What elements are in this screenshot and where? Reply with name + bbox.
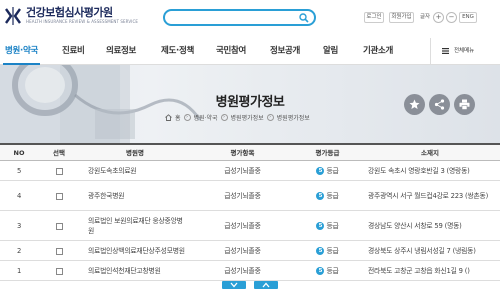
hospital-name-link[interactable]: 광주한국병원 bbox=[88, 181, 188, 211]
address: 강원도 속초시 영랑호반길 3 (영랑동) bbox=[368, 167, 470, 175]
table-row[interactable]: 5 강원도속초의료원 급성기뇌졸중 5 등급 강원도 속초시 영랑호반길 3 (… bbox=[0, 161, 500, 181]
row-no: 1 bbox=[16, 267, 22, 275]
star-icon bbox=[409, 99, 420, 109]
row-no: 2 bbox=[16, 247, 22, 255]
login-link[interactable]: 로그인 bbox=[364, 12, 384, 23]
col-header-hospital-name: 병원명 bbox=[126, 149, 144, 157]
grade-badge: 5 등급 bbox=[295, 211, 360, 241]
chevron-right-icon: › bbox=[266, 114, 274, 121]
printer-icon bbox=[459, 99, 470, 110]
share-icon bbox=[434, 99, 445, 110]
breadcrumb-home[interactable]: 홈 bbox=[175, 113, 181, 122]
evaluation-item: 급성기뇌졸중 bbox=[224, 267, 261, 275]
logo-title: 건강보험심사평가원 bbox=[26, 6, 113, 19]
hira-logo-icon bbox=[5, 7, 21, 25]
share-button[interactable] bbox=[429, 94, 450, 115]
signup-link[interactable]: 회원가입 bbox=[389, 12, 414, 23]
breadcrumb-current[interactable]: 병원평가정보 bbox=[277, 113, 310, 122]
font-plus-button[interactable]: + bbox=[433, 12, 444, 23]
page-banner: 병원평가정보 홈 › 병원·약국 › 병원평가정보 › 병원평가정보 bbox=[0, 65, 500, 143]
table-row[interactable]: 1 의료법인석천재단고창병원 급성기뇌졸중 5 등급 전라북도 고창군 고창읍 … bbox=[0, 261, 500, 281]
table-row[interactable]: 2 의료법인상백의료재단상주성모병원 급성기뇌졸중 5 등급 경상북도 상주시 … bbox=[0, 241, 500, 261]
row-no: 5 bbox=[16, 167, 22, 175]
row-select-checkbox[interactable] bbox=[55, 267, 63, 275]
print-button[interactable] bbox=[454, 94, 475, 115]
search-icon[interactable] bbox=[299, 13, 309, 23]
site-header: 건강보험심사평가원 HEALTH INSURANCE REVIEW & ASSE… bbox=[0, 0, 500, 38]
nav-item-about[interactable]: 기관소개 bbox=[363, 38, 393, 64]
table-header: NO 선택 병원명 평가항목 평가등급 소재지 bbox=[0, 143, 500, 161]
col-header-select: 선택 bbox=[53, 149, 65, 157]
hospital-name-link[interactable]: 의료법인 보원의료재단 웅상중앙병원 bbox=[88, 211, 188, 241]
scroll-up-button[interactable] bbox=[254, 281, 278, 289]
col-header-evaluation-item: 평가항목 bbox=[230, 149, 255, 157]
grade-number-icon: 5 bbox=[316, 192, 325, 200]
hospital-name-link[interactable]: 의료법인상백의료재단상주성모병원 bbox=[88, 241, 188, 261]
row-select-checkbox[interactable] bbox=[55, 222, 63, 230]
evaluation-item: 급성기뇌졸중 bbox=[224, 247, 261, 255]
grade-number-icon: 5 bbox=[316, 222, 325, 230]
row-select-checkbox[interactable] bbox=[55, 192, 63, 200]
hospital-name-link[interactable]: 강원도속초의료원 bbox=[88, 161, 188, 181]
grade-label: 등급 bbox=[326, 267, 339, 275]
main-nav: 병원·약국 진료비 의료정보 제도·정책 국민참여 정보공개 알림 기관소개 전… bbox=[0, 38, 500, 65]
grade-number-icon: 5 bbox=[316, 167, 325, 175]
nav-item-notice[interactable]: 알림 bbox=[323, 38, 338, 64]
page-title: 병원평가정보 bbox=[215, 95, 285, 110]
grade-badge: 5 등급 bbox=[295, 181, 360, 211]
home-icon[interactable] bbox=[165, 114, 172, 121]
grade-badge: 5 등급 bbox=[295, 161, 360, 181]
all-menu-button[interactable]: 전체메뉴 bbox=[430, 38, 500, 64]
language-eng-button[interactable]: ENG bbox=[459, 12, 477, 23]
col-header-no: NO bbox=[13, 149, 25, 157]
col-header-address: 소재지 bbox=[421, 149, 439, 157]
nav-item-medical-info[interactable]: 의료정보 bbox=[106, 38, 136, 64]
table-row[interactable]: 4 광주한국병원 급성기뇌졸중 5 등급 광주광역시 서구 월드컵4강로 223… bbox=[0, 181, 500, 211]
hospital-name-link[interactable]: 의료법인석천재단고창병원 bbox=[88, 261, 188, 281]
row-no: 4 bbox=[16, 192, 22, 200]
address: 전라북도 고창군 고창읍 화신1길 9 () bbox=[368, 267, 470, 275]
grade-label: 등급 bbox=[326, 167, 339, 175]
row-no: 3 bbox=[16, 222, 22, 230]
grade-badge: 5 등급 bbox=[295, 241, 360, 261]
evaluation-item: 급성기뇌졸중 bbox=[224, 192, 261, 200]
address: 경상남도 양산시 서창로 59 (명동) bbox=[368, 222, 462, 230]
address: 광주광역시 서구 월드컵4강로 223 (쌍촌동) bbox=[368, 192, 489, 200]
breadcrumb: 홈 › 병원·약국 › 병원평가정보 › 병원평가정보 bbox=[165, 113, 310, 122]
nav-item-participation[interactable]: 국민참여 bbox=[216, 38, 246, 64]
font-size-label: 글자 bbox=[420, 14, 431, 20]
row-select-checkbox[interactable] bbox=[55, 167, 63, 175]
search-input[interactable] bbox=[163, 9, 316, 26]
grade-number-icon: 5 bbox=[316, 247, 325, 255]
grade-label: 등급 bbox=[326, 192, 339, 200]
evaluation-item: 급성기뇌졸중 bbox=[224, 167, 261, 175]
chevron-down-icon bbox=[230, 282, 238, 288]
chevron-right-icon: › bbox=[220, 114, 228, 121]
table-row[interactable]: 3 의료법인 보원의료재단 웅상중앙병원 급성기뇌졸중 5 등급 경상남도 양산… bbox=[0, 211, 500, 241]
logo-subtitle: HEALTH INSURANCE REVIEW & ASSESSMENT SER… bbox=[26, 19, 138, 24]
hamburger-icon bbox=[442, 48, 449, 54]
all-menu-label: 전체메뉴 bbox=[454, 48, 475, 54]
favorite-button[interactable] bbox=[404, 94, 425, 115]
nav-item-policy[interactable]: 제도·정책 bbox=[161, 38, 194, 64]
site-logo[interactable]: 건강보험심사평가원 HEALTH INSURANCE REVIEW & ASSE… bbox=[4, 6, 138, 26]
nav-item-hospital[interactable]: 병원·약국 bbox=[2, 38, 41, 65]
scroll-down-button[interactable] bbox=[222, 281, 246, 289]
nav-item-medical-fee[interactable]: 진료비 bbox=[62, 38, 85, 64]
evaluation-item: 급성기뇌졸중 bbox=[224, 222, 261, 230]
breadcrumb-hospital[interactable]: 병원·약국 bbox=[194, 113, 218, 122]
address: 경상북도 상주시 냉림서성길 7 (냉림동) bbox=[368, 247, 476, 255]
font-minus-button[interactable]: − bbox=[446, 12, 457, 23]
nav-item-disclosure[interactable]: 정보공개 bbox=[270, 38, 300, 64]
row-select-checkbox[interactable] bbox=[55, 247, 63, 255]
chevron-up-icon bbox=[262, 282, 270, 288]
chevron-right-icon: › bbox=[183, 114, 191, 121]
grade-label: 등급 bbox=[326, 222, 339, 230]
grade-badge: 5 등급 bbox=[295, 261, 360, 281]
col-header-grade: 평가등급 bbox=[315, 149, 340, 157]
grade-label: 등급 bbox=[326, 247, 339, 255]
breadcrumb-evaluation[interactable]: 병원평가정보 bbox=[231, 113, 264, 122]
grade-number-icon: 5 bbox=[316, 267, 325, 275]
